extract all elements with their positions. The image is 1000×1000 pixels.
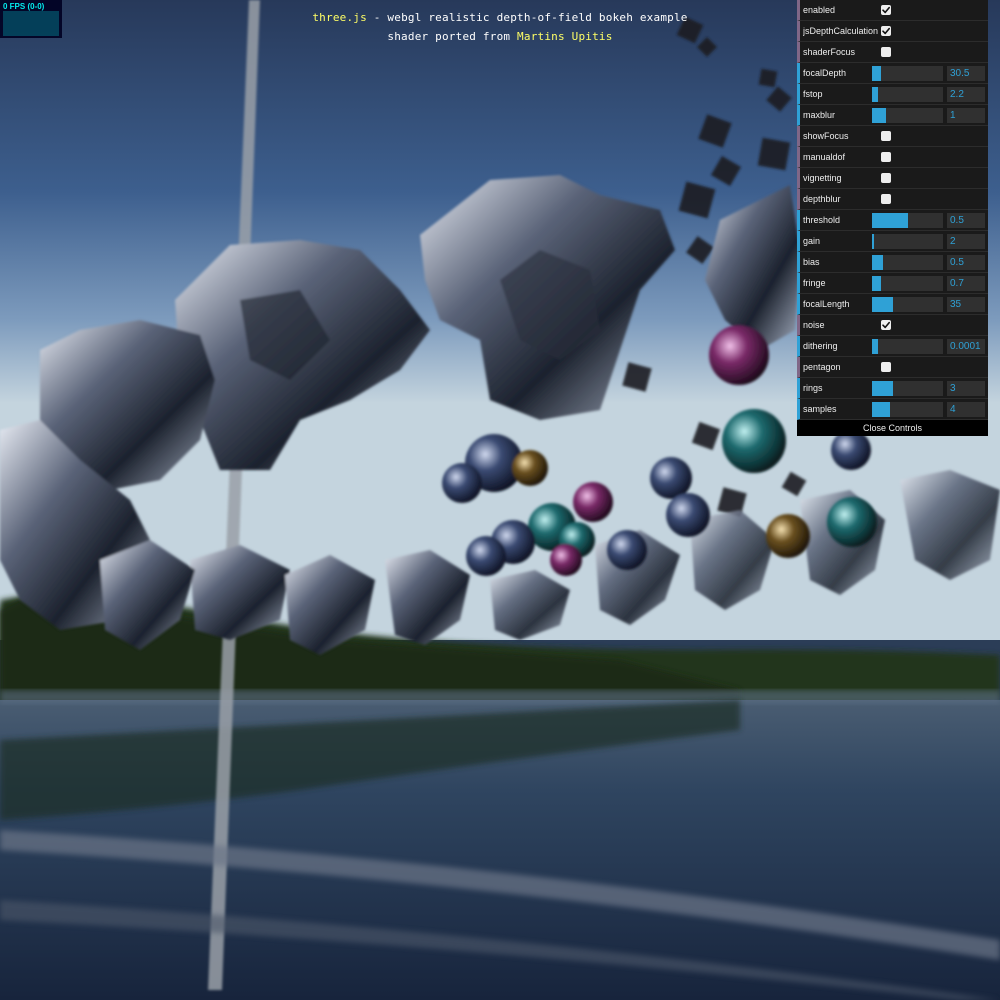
control-row-fstop[interactable]: fstop 2.2	[797, 84, 988, 105]
control-label: focalDepth	[803, 68, 847, 78]
enabled-checkbox[interactable]	[881, 5, 891, 15]
control-row-rings[interactable]: rings 3	[797, 378, 988, 399]
samples-slider[interactable]	[872, 402, 943, 417]
control-label: showFocus	[803, 131, 849, 141]
control-label: dithering	[803, 341, 838, 351]
control-row-threshold[interactable]: threshold 0.5	[797, 210, 988, 231]
control-row-pentagon[interactable]: pentagon	[797, 357, 988, 378]
bias-slider-fill	[872, 255, 883, 270]
gain-slider[interactable]	[872, 234, 943, 249]
threshold-slider[interactable]	[872, 213, 943, 228]
control-row-vignetting[interactable]: vignetting	[797, 168, 988, 189]
control-label: fringe	[803, 278, 826, 288]
control-row-showFocus[interactable]: showFocus	[797, 126, 988, 147]
rings-value-input[interactable]: 3	[947, 381, 985, 396]
dithering-slider[interactable]	[872, 339, 943, 354]
control-row-fringe[interactable]: fringe 0.7	[797, 273, 988, 294]
focalLength-value-input[interactable]: 35	[947, 297, 985, 312]
control-row-focalLength[interactable]: focalLength 35	[797, 294, 988, 315]
info-credit: shader ported from	[387, 30, 518, 43]
control-row-noise[interactable]: noise	[797, 315, 988, 336]
samples-value-input[interactable]: 4	[947, 402, 985, 417]
threshold-slider-fill	[872, 213, 908, 228]
focalDepth-slider-fill	[872, 66, 881, 81]
control-row-samples[interactable]: samples 4	[797, 399, 988, 420]
control-row-dithering[interactable]: dithering 0.0001	[797, 336, 988, 357]
gain-value-input[interactable]: 2	[947, 234, 985, 249]
maxblur-value-input[interactable]: 1	[947, 108, 985, 123]
focalLength-slider-fill	[872, 297, 893, 312]
fstop-slider-fill	[872, 87, 878, 102]
fstop-value-input[interactable]: 2.2	[947, 87, 985, 102]
fringe-slider-fill	[872, 276, 881, 291]
shaderFocus-checkbox[interactable]	[881, 47, 891, 57]
control-row-depthblur[interactable]: depthblur	[797, 189, 988, 210]
control-label: threshold	[803, 215, 841, 225]
focalDepth-slider[interactable]	[872, 66, 943, 81]
control-row-maxblur[interactable]: maxblur 1	[797, 105, 988, 126]
control-label: pentagon	[803, 362, 841, 372]
control-row-enabled[interactable]: enabled	[797, 0, 988, 21]
vignetting-checkbox[interactable]	[881, 173, 891, 183]
bias-value-input[interactable]: 0.5	[947, 255, 985, 270]
control-label: manualdof	[803, 152, 846, 162]
fps-graph	[3, 11, 59, 36]
control-label: enabled	[803, 5, 836, 15]
control-row-manualdof[interactable]: manualdof	[797, 147, 988, 168]
control-label: jsDepthCalculation	[803, 26, 879, 36]
bias-slider[interactable]	[872, 255, 943, 270]
depthblur-checkbox[interactable]	[881, 194, 891, 204]
control-label: bias	[803, 257, 820, 267]
control-row-focalDepth[interactable]: focalDepth 30.5	[797, 63, 988, 84]
focalDepth-value-input[interactable]: 30.5	[947, 66, 985, 81]
manualdof-checkbox[interactable]	[881, 152, 891, 162]
controls-list: enabled jsDepthCalculation shaderFocus foca…	[797, 0, 988, 420]
control-label: noise	[803, 320, 825, 330]
maxblur-slider[interactable]	[872, 108, 943, 123]
fringe-value-input[interactable]: 0.7	[947, 276, 985, 291]
control-label: depthblur	[803, 194, 841, 204]
controls-panel: enabled jsDepthCalculation shaderFocus foca…	[797, 0, 988, 436]
gain-slider-fill	[872, 234, 874, 249]
threejs-link[interactable]: three.js	[312, 11, 367, 24]
author-link[interactable]: Martins Upitis	[517, 30, 613, 43]
checkmark-icon	[882, 321, 890, 329]
rings-slider[interactable]	[872, 381, 943, 396]
control-label: shaderFocus	[803, 47, 856, 57]
control-row-jsDepthCalculation[interactable]: jsDepthCalculation	[797, 21, 988, 42]
samples-slider-fill	[872, 402, 890, 417]
control-row-shaderFocus[interactable]: shaderFocus	[797, 42, 988, 63]
control-label: vignetting	[803, 173, 842, 183]
close-controls-button[interactable]: Close Controls	[797, 420, 988, 436]
control-label: maxblur	[803, 110, 836, 120]
checkmark-icon	[882, 6, 890, 14]
control-row-bias[interactable]: bias 0.5	[797, 252, 988, 273]
threshold-value-input[interactable]: 0.5	[947, 213, 985, 228]
dithering-value-input[interactable]: 0.0001	[947, 339, 985, 354]
control-label: samples	[803, 404, 837, 414]
jsDepthCalculation-checkbox[interactable]	[881, 26, 891, 36]
control-label: rings	[803, 383, 823, 393]
fps-stats[interactable]: 0 FPS (0-0)	[0, 0, 62, 38]
fps-text: 0 FPS (0-0)	[3, 2, 45, 11]
showFocus-checkbox[interactable]	[881, 131, 891, 141]
checkmark-icon	[882, 27, 890, 35]
focalLength-slider[interactable]	[872, 297, 943, 312]
info-description: - webgl realistic depth-of-field bokeh e…	[366, 11, 688, 24]
fstop-slider[interactable]	[872, 87, 943, 102]
rings-slider-fill	[872, 381, 893, 396]
dithering-slider-fill	[872, 339, 878, 354]
control-label: focalLength	[803, 299, 850, 309]
control-row-gain[interactable]: gain 2	[797, 231, 988, 252]
maxblur-slider-fill	[872, 108, 886, 123]
fringe-slider[interactable]	[872, 276, 943, 291]
control-label: fstop	[803, 89, 823, 99]
pentagon-checkbox[interactable]	[881, 362, 891, 372]
noise-checkbox[interactable]	[881, 320, 891, 330]
control-label: gain	[803, 236, 821, 246]
